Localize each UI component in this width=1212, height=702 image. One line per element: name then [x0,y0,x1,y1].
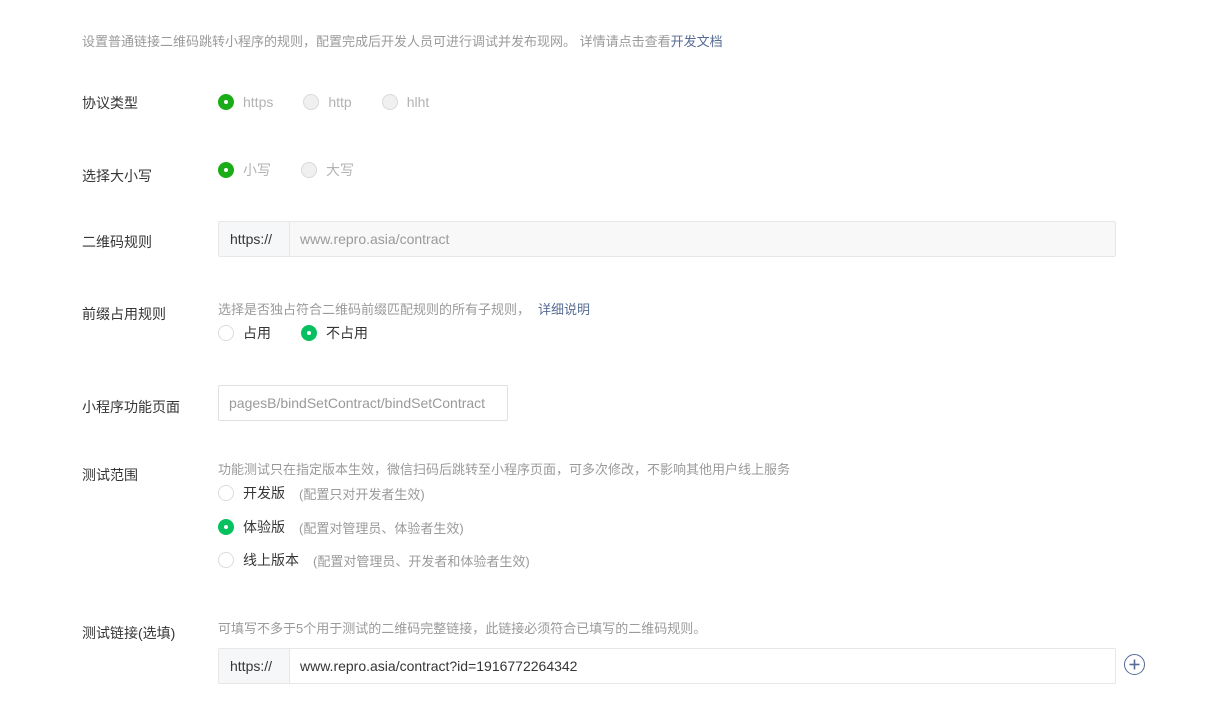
test-link-input[interactable]: www.repro.asia/contract?id=1916772264342 [290,649,1115,683]
intro-text: 设置普通链接二维码跳转小程序的规则，配置完成后开发人员可进行调试并发布现网。 详… [82,31,723,50]
intro-description: 设置普通链接二维码跳转小程序的规则，配置完成后开发人员可进行调试并发布现网。 详… [82,34,671,49]
case-radio-group: 小写 大写 [218,160,384,180]
radio-checked-icon [301,325,317,341]
qr-rule-prefix: https:// [219,222,290,256]
mini-page-input[interactable]: pagesB/bindSetContract/bindSetContract [218,385,508,421]
protocol-option-hlht[interactable]: hlht [381,94,430,110]
protocol-label: 协议类型 [82,95,138,111]
plus-circle-icon [1129,659,1140,670]
detail-link[interactable]: 详细说明 [538,302,590,317]
radio-unchecked-icon [218,552,234,568]
scope-option-label: 开发版 [243,485,285,501]
scope-option-online[interactable]: 线上版本 (配置对管理员、开发者和体验者生效) [218,550,530,570]
scope-option-label: 线上版本 [243,552,299,568]
dev-docs-link[interactable]: 开发文档 [671,34,723,49]
prefix-option-label: 不占用 [326,325,368,341]
radio-checked-icon [218,94,234,110]
protocol-option-http[interactable]: http [303,94,352,110]
test-scope-label: 测试范围 [82,467,138,483]
scope-option-hint: (配置对管理员、开发者和体验者生效) [313,553,530,569]
radio-unchecked-icon [218,325,234,341]
case-option-label: 小写 [243,162,271,178]
scope-option-hint: (配置对管理员、体验者生效) [299,520,464,536]
scope-option-dev[interactable]: 开发版 (配置只对开发者生效) [218,483,425,503]
qr-rule-input: www.repro.asia/contract [300,231,450,247]
radio-checked-icon [218,162,234,178]
prefix-rule-description: 选择是否独占符合二维码前缀匹配规则的所有子规则， 详细说明 [218,299,590,318]
case-option-upper[interactable]: 大写 [301,160,354,180]
add-link-button[interactable] [1124,654,1145,675]
radio-unchecked-icon [301,162,317,178]
prefix-rule-radio-group: 占用 不占用 [218,323,398,343]
test-scope-description: 功能测试只在指定版本生效，微信扫码后跳转至小程序页面，可多次修改，不影响其他用户… [218,462,791,477]
radio-unchecked-icon [381,94,398,110]
protocol-option-label: http [328,94,352,110]
qr-rule-label: 二维码规则 [82,234,152,250]
qr-rule-input-group: https:// www.repro.asia/contract [218,221,1116,257]
scope-option-label: 体验版 [243,519,285,535]
prefix-rule-label: 前缀占用规则 [82,306,166,322]
test-link-input-group: https:// www.repro.asia/contract?id=1916… [218,648,1116,684]
test-link-description: 可填写不多于5个用于测试的二维码完整链接，此链接必须符合已填写的二维码规则。 [218,621,707,636]
protocol-radio-group: https http hlht [218,94,459,110]
test-link-label: 测试链接(选填) [82,625,176,641]
prefix-option-not-occupy[interactable]: 不占用 [301,323,368,343]
scope-option-hint: (配置只对开发者生效) [299,486,425,502]
prefix-rule-desc-text: 选择是否独占符合二维码前缀匹配规则的所有子规则， [218,302,531,317]
test-link-prefix: https:// [219,649,290,683]
prefix-option-occupy[interactable]: 占用 [218,323,271,343]
protocol-option-label: https [243,94,274,110]
scope-option-trial[interactable]: 体验版 (配置对管理员、体验者生效) [218,517,464,537]
radio-unchecked-icon [303,94,320,110]
protocol-option-https[interactable]: https [218,94,273,110]
mini-page-label: 小程序功能页面 [82,399,180,415]
radio-unchecked-icon [218,485,234,501]
prefix-option-label: 占用 [243,325,271,341]
case-option-label: 大写 [326,162,354,178]
protocol-option-label: hlht [406,94,430,110]
case-label: 选择大小写 [82,168,152,184]
radio-checked-icon [218,519,234,535]
case-option-lower[interactable]: 小写 [218,160,271,180]
